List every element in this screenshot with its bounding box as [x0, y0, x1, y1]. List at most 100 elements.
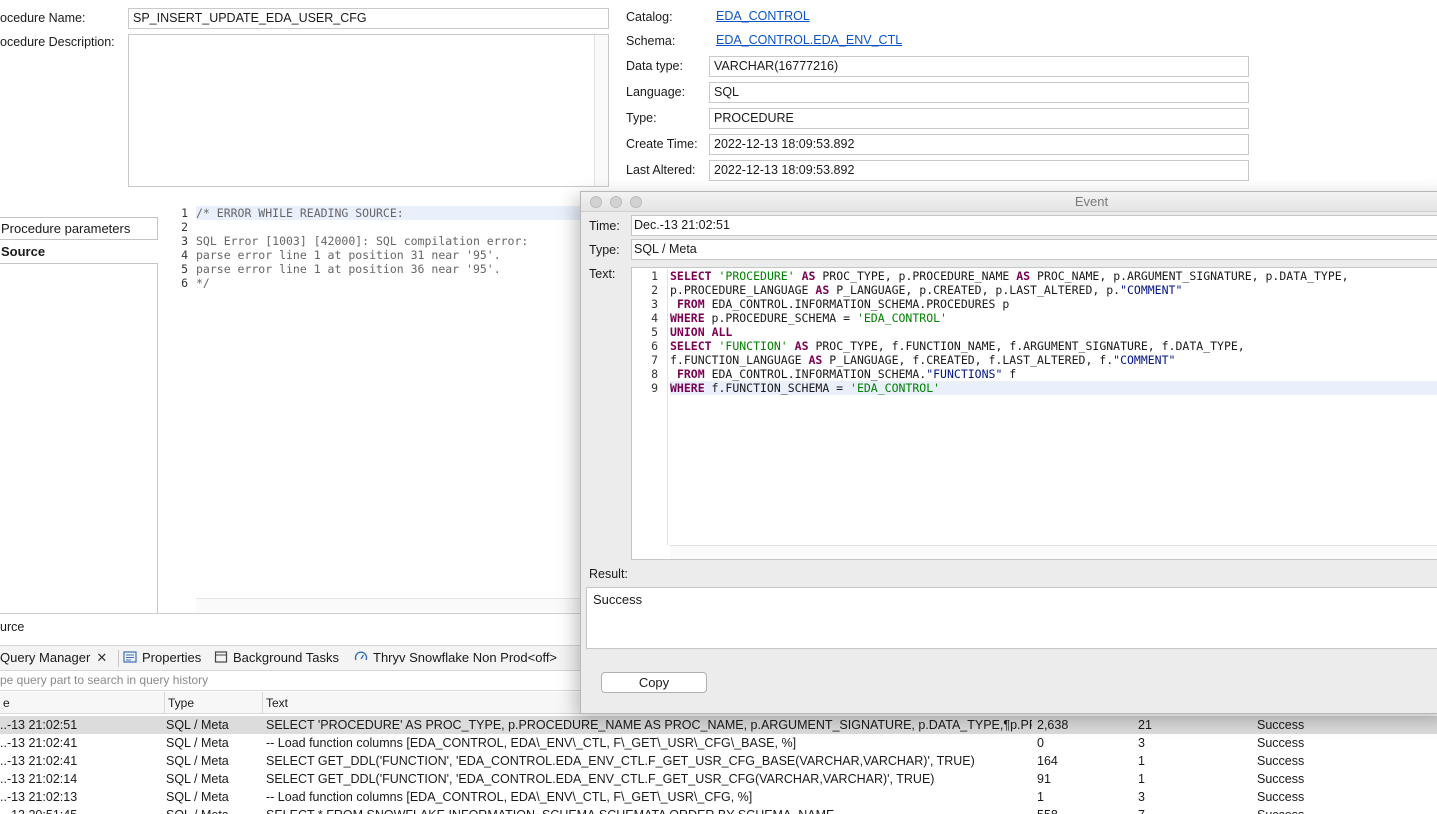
result-field[interactable]: Success [586, 587, 1437, 649]
line-number: 7 [651, 353, 658, 367]
cell-result: Success [1257, 772, 1305, 786]
sql-line: WHERE f.FUNCTION_SCHEMA = 'EDA_CONTROL' [670, 381, 1437, 395]
result-label: Result: [589, 567, 628, 581]
sql-line: UNION ALL [670, 325, 733, 339]
line-number: 2 [651, 283, 658, 297]
gauge-icon [354, 648, 368, 662]
tab-procedure-parameters[interactable]: Procedure parameters [0, 217, 158, 240]
procedure-description-field[interactable] [128, 34, 609, 187]
source-line: */ [196, 276, 210, 290]
event-type-field[interactable]: SQL / Meta [631, 239, 1437, 260]
language-label: Language: [626, 85, 686, 99]
source-line-numbers: 1 2 3 4 5 6 [160, 206, 194, 290]
schema-label: Schema: [626, 34, 676, 48]
cell-text: SELECT GET_DDL('FUNCTION', 'EDA_CONTROL.… [266, 754, 975, 768]
source-footer-tab[interactable]: urce [0, 613, 590, 641]
cell-text: SELECT * FROM SNOWFLAKE.INFORMATION_SCHE… [266, 806, 1032, 814]
description-scrollbar[interactable] [594, 35, 608, 186]
cell-result: Success [1257, 736, 1305, 750]
event-dialog-titlebar[interactable]: Event [581, 192, 1437, 212]
source-horizontal-scrollbar[interactable] [196, 598, 586, 612]
catalog-link[interactable]: EDA_CONTROL [716, 9, 810, 23]
tab-query-manager-label: Query Manager [0, 650, 91, 665]
cell-rows: 21 [1138, 718, 1152, 732]
line-number: 3 [181, 234, 188, 248]
sql-line: FROM EDA_CONTROL.INFORMATION_SCHEMA."FUN… [676, 367, 1017, 381]
line-number: 2 [181, 220, 188, 234]
close-icon[interactable]: ✕ [96, 650, 107, 665]
event-sql-editor[interactable]: 1 2 3 4 5 6 7 8 9 SELECT 'PROCEDURE' AS … [631, 267, 1437, 560]
cell-time: ..-13 21:02:14 [0, 772, 78, 786]
cell-type: SQL / Meta [166, 790, 229, 804]
cell-rows: 7 [1138, 806, 1238, 814]
line-number: 4 [651, 311, 658, 325]
create-time-field[interactable]: 2022-12-13 18:09:53.892 [709, 134, 1249, 155]
tab-source[interactable]: Source [0, 241, 158, 264]
cell-text: SELECT GET_DDL('FUNCTION', 'EDA_CONTROL.… [266, 772, 935, 786]
tab-query-manager[interactable]: Query Manager ✕ [0, 646, 107, 670]
data-type-label: Data type: [626, 59, 683, 73]
procedure-description-label: ocedure Description: [0, 35, 115, 49]
cell-text: -- Load function columns [EDA_CONTROL, E… [266, 736, 797, 750]
type-field[interactable]: PROCEDURE [709, 108, 1249, 129]
cell-time: ..-13 21:02:51 [0, 718, 78, 732]
cell-text: -- Load function columns [EDA_CONTROL, E… [266, 790, 753, 804]
sql-line: SELECT 'FUNCTION' AS PROC_TYPE, f.FUNCTI… [670, 339, 1245, 353]
table-row[interactable]: ..-13 21:02:41 SQL / Meta -- Load functi… [0, 734, 1437, 752]
source-line: parse error line 1 at position 31 near '… [196, 248, 501, 262]
line-number: 3 [651, 297, 658, 311]
tab-background-tasks-label: Background Tasks [233, 650, 339, 665]
last-altered-field[interactable]: 2022-12-13 18:09:53.892 [709, 160, 1249, 181]
cell-rows: 1 [1138, 772, 1145, 786]
table-row[interactable]: ..-13 21:02:41 SQL / Meta SELECT GET_DDL… [0, 752, 1437, 770]
tab-connection[interactable]: Thryv Snowflake Non Prod<off> [354, 646, 557, 670]
procedure-name-field[interactable]: SP_INSERT_UPDATE_EDA_USER_CFG [128, 8, 609, 29]
cell-time: ..-13 20:51:45 [0, 806, 160, 814]
properties-icon [123, 648, 137, 663]
cell-rows: 3 [1138, 736, 1145, 750]
tab-properties-label: Properties [142, 650, 202, 665]
sql-line: SELECT 'PROCEDURE' AS PROC_TYPE, p.PROCE… [670, 269, 1349, 283]
table-row[interactable]: ..-13 21:02:51 SQL / Meta SELECT 'PROCED… [0, 716, 1437, 734]
line-number: 9 [651, 381, 658, 395]
copy-button[interactable]: Copy [601, 672, 707, 693]
tab-background-tasks[interactable]: Background Tasks [214, 646, 339, 670]
cell-rows: 1 [1138, 754, 1145, 768]
cell-type: SQL / Meta [166, 718, 229, 732]
line-number: 5 [651, 325, 658, 339]
event-dialog-title: Event [1074, 194, 1109, 209]
table-row[interactable]: ..-13 21:02:13 SQL / Meta -- Load functi… [0, 788, 1437, 806]
table-row[interactable]: ..-13 20:51:45 SQL / Meta SELECT * FROM … [0, 806, 1437, 814]
source-side-panel [0, 263, 158, 613]
table-row[interactable]: ..-13 21:02:14 SQL / Meta SELECT GET_DDL… [0, 770, 1437, 788]
cell-duration: 2,638 [1037, 718, 1069, 732]
language-field[interactable]: SQL [709, 82, 1249, 103]
event-time-field[interactable]: Dec.-13 21:02:51 [631, 215, 1437, 236]
line-number: 4 [181, 248, 188, 262]
event-sql-horizontal-scrollbar[interactable] [670, 545, 1437, 559]
event-line-numbers: 1 2 3 4 5 6 7 8 9 [632, 269, 668, 545]
data-type-field[interactable]: VARCHAR(16777216) [709, 56, 1249, 77]
column-type[interactable]: Type [164, 692, 262, 714]
cell-time: ..-13 21:02:13 [0, 790, 78, 804]
source-line: SQL Error [1003] [42000]: SQL compilatio… [196, 234, 529, 248]
source-editor[interactable]: /* ERROR WHILE READING SOURCE: SQL Error… [196, 206, 586, 290]
cell-duration: 1 [1037, 790, 1044, 804]
schema-link[interactable]: EDA_CONTROL.EDA_ENV_CTL [716, 33, 902, 47]
line-number: 8 [651, 367, 658, 381]
sql-line: p.PROCEDURE_LANGUAGE AS P_LANGUAGE, p.CR… [670, 283, 1183, 297]
source-line [196, 220, 586, 234]
catalog-label: Catalog: [626, 10, 673, 24]
line-number: 1 [651, 269, 658, 283]
tab-properties[interactable]: Properties [123, 646, 201, 670]
column-time[interactable]: e [0, 692, 164, 714]
type-label: Type: [626, 111, 657, 125]
tasks-icon [214, 648, 228, 663]
dbeaver-window: ocedure Name: SP_INSERT_UPDATE_EDA_USER_… [0, 0, 1437, 814]
bottom-tab-bar: Query Manager ✕ Properties Background Tas… [0, 645, 590, 671]
event-time-label: Time: [589, 219, 620, 233]
cell-time: ..-13 21:02:41 [0, 736, 78, 750]
tab-connection-label: Thryv Snowflake Non Prod<off> [373, 650, 558, 665]
event-type-label: Type: [589, 243, 620, 257]
source-line: /* ERROR WHILE READING SOURCE: [196, 206, 586, 220]
